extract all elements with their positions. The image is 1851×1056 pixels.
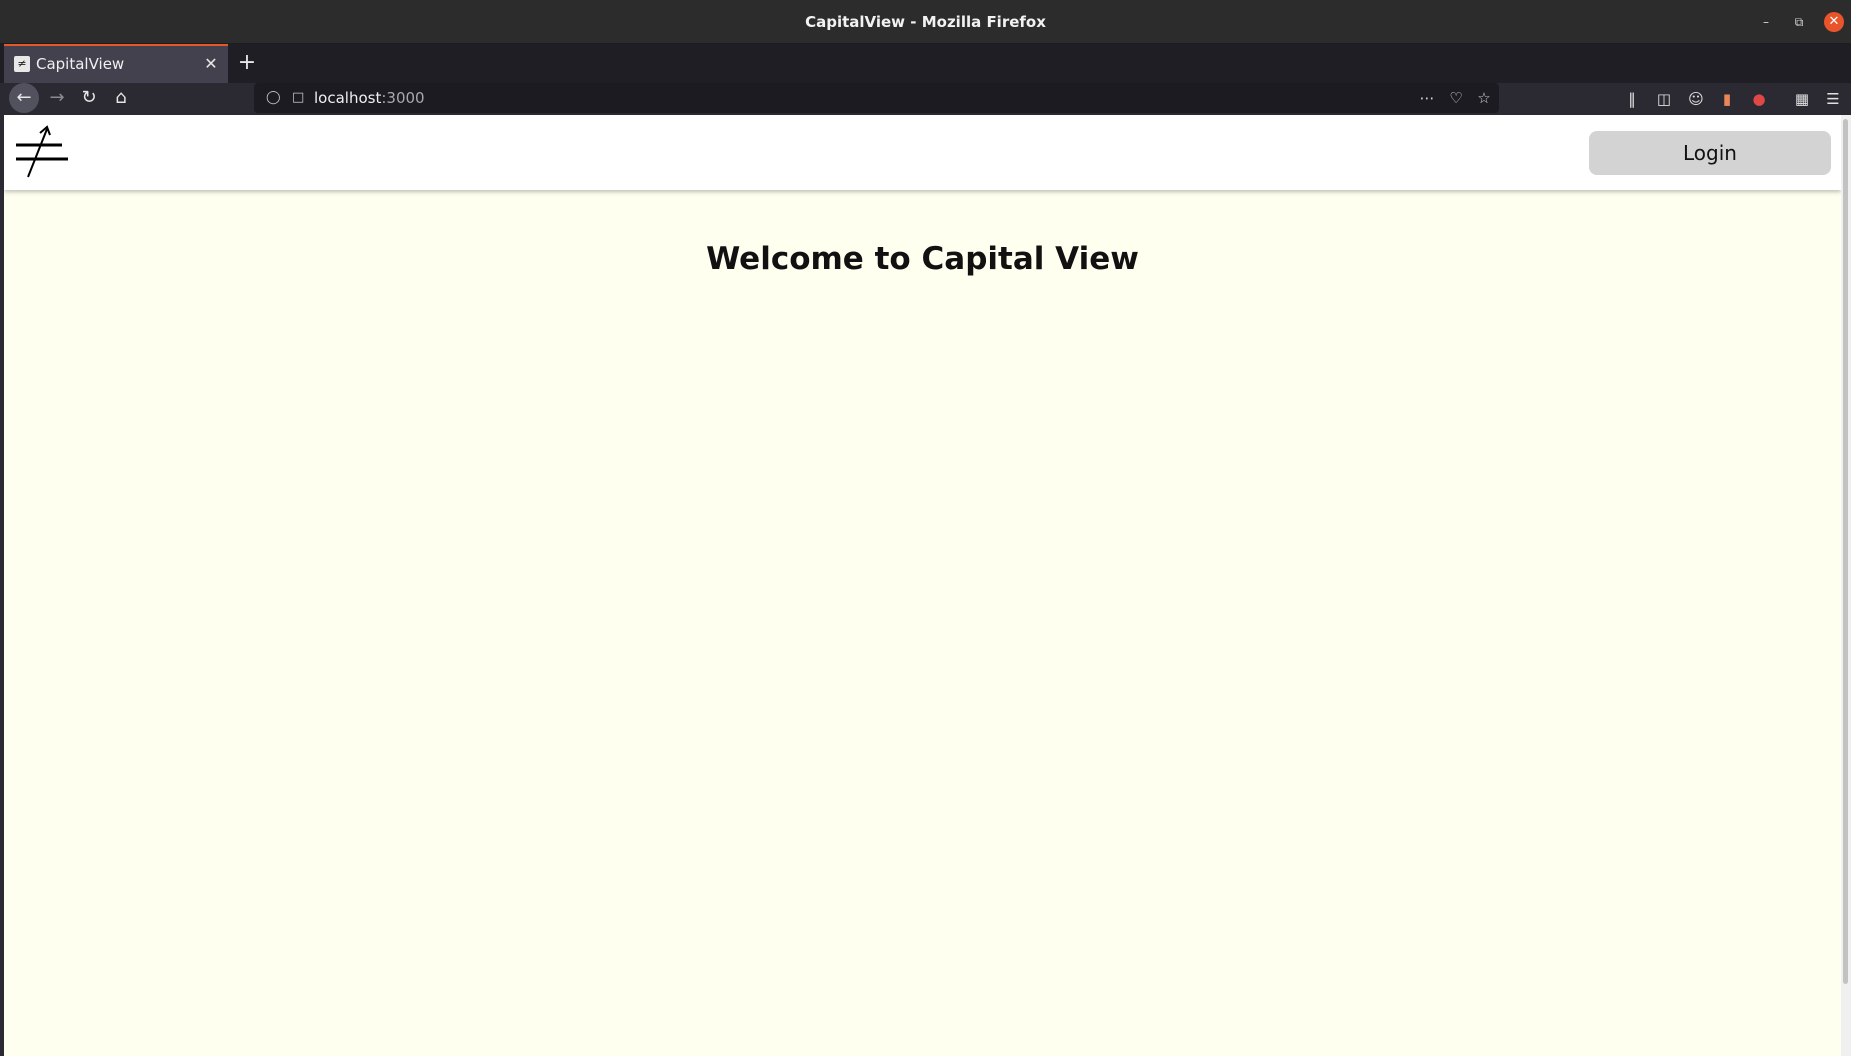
site-header: Login bbox=[4, 115, 1841, 190]
sidebar-icon[interactable]: ◫ bbox=[1653, 88, 1675, 110]
favicon-icon: ≠ bbox=[14, 56, 30, 72]
window-title: CapitalView - Mozilla Firefox bbox=[805, 13, 1046, 31]
page-actions-icon[interactable]: ⋯ bbox=[1417, 88, 1437, 108]
extensions-icon[interactable]: ▦ bbox=[1791, 88, 1813, 110]
navigation-toolbar: ← → ↻ ⌂ ◯ □ localhost:3000 ⋯ ♡ ☆ ‖ ◫ ☺ ▮… bbox=[0, 83, 1851, 115]
url-host: localhost bbox=[314, 89, 382, 107]
capitalview-logo-icon[interactable] bbox=[12, 123, 72, 181]
close-window-icon[interactable]: ✕ bbox=[1824, 12, 1844, 32]
back-icon[interactable]: ← bbox=[9, 83, 39, 113]
extension-icon[interactable]: ▮ bbox=[1716, 88, 1738, 110]
scrollbar-thumb[interactable] bbox=[1843, 119, 1848, 984]
window-titlebar: CapitalView - Mozilla Firefox – ⧉ ✕ bbox=[0, 0, 1851, 44]
library-icon[interactable]: ‖ bbox=[1621, 88, 1643, 110]
tab-label: CapitalView bbox=[36, 55, 125, 73]
close-tab-icon[interactable]: ✕ bbox=[200, 53, 222, 75]
restore-icon[interactable]: ⧉ bbox=[1790, 13, 1808, 31]
menu-icon[interactable]: ☰ bbox=[1822, 88, 1844, 110]
url-port: :3000 bbox=[381, 89, 425, 107]
bookmark-star-icon[interactable]: ☆ bbox=[1474, 88, 1494, 108]
url-text[interactable]: localhost:3000 bbox=[314, 89, 425, 107]
pocket-icon[interactable]: ♡ bbox=[1446, 88, 1466, 108]
forward-icon[interactable]: → bbox=[42, 83, 72, 113]
extension-red-icon[interactable]: ● bbox=[1748, 88, 1770, 110]
home-icon[interactable]: ⌂ bbox=[106, 83, 136, 113]
login-button[interactable]: Login bbox=[1589, 131, 1831, 175]
tracking-protection-icon[interactable]: ◯ bbox=[266, 90, 281, 106]
reload-icon[interactable]: ↻ bbox=[74, 83, 104, 113]
address-bar[interactable]: ◯ □ localhost:3000 ⋯ ♡ ☆ bbox=[254, 83, 1499, 113]
account-icon[interactable]: ☺ bbox=[1685, 88, 1707, 110]
scrollbar[interactable] bbox=[1841, 115, 1851, 1056]
new-tab-icon[interactable]: + bbox=[234, 50, 260, 76]
tab-strip: ≠ CapitalView ✕ + bbox=[0, 44, 1851, 83]
tab-capitalview[interactable]: ≠ CapitalView ✕ bbox=[4, 44, 228, 83]
page-viewport: Login Welcome to Capital View bbox=[4, 115, 1841, 1056]
minimize-icon[interactable]: – bbox=[1757, 13, 1775, 31]
page-title: Welcome to Capital View bbox=[706, 241, 1139, 277]
page-info-icon[interactable]: □ bbox=[292, 90, 306, 106]
